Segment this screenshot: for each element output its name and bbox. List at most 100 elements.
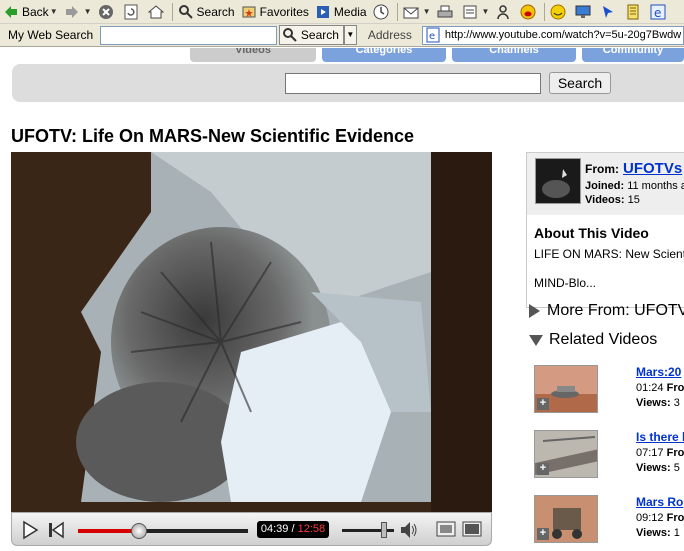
more-from-heading: More From: UFOTV xyxy=(547,302,684,319)
related-video-views-label: Views: xyxy=(636,397,671,409)
tab-community-label: Community xyxy=(602,48,664,56)
add-to-quicklist-icon[interactable]: + xyxy=(537,463,549,475)
smiley-icon xyxy=(520,4,536,20)
forward-arrow-icon xyxy=(64,4,80,20)
total-time: 12:58 xyxy=(297,523,326,535)
expand-arrow-icon xyxy=(529,304,540,318)
history-icon xyxy=(373,4,389,20)
refresh-icon xyxy=(123,4,139,20)
address-bar[interactable]: e http://www.youtube.com/watch?v=5u-20g7… xyxy=(421,25,684,45)
search-icon xyxy=(282,27,298,43)
mute-button[interactable] xyxy=(400,521,420,539)
search-options-dropdown[interactable]: ▼ xyxy=(343,25,357,45)
messenger-button[interactable] xyxy=(492,1,517,23)
about-more: MIND-Blo... xyxy=(534,276,597,290)
cursor-button[interactable] xyxy=(597,1,622,23)
player-controls: 04:39 / 12:58 xyxy=(11,512,492,546)
related-video-title[interactable]: Mars Ro xyxy=(636,495,683,509)
tab-categories-label: Categories xyxy=(355,48,413,56)
play-button[interactable] xyxy=(20,520,40,540)
site-search-button[interactable]: Search xyxy=(549,72,611,94)
time-separator: / xyxy=(291,523,295,535)
edit-button[interactable]: ▼ xyxy=(459,1,493,23)
notes-icon xyxy=(625,4,641,20)
emoticon-icon xyxy=(550,4,566,20)
related-video-title[interactable]: Is there l xyxy=(636,430,684,444)
video-info-panel: From: UFOTVs Joined: 11 months a Videos:… xyxy=(526,152,684,308)
svg-text:e: e xyxy=(429,31,435,42)
current-time: 04:39 xyxy=(260,523,289,535)
favorites-button[interactable]: Favorites xyxy=(238,1,312,23)
home-button[interactable] xyxy=(145,1,170,23)
videos-label: Videos: xyxy=(585,194,625,206)
related-video-thumbnail[interactable]: + xyxy=(534,430,598,478)
related-video-item[interactable]: + Mars:20 01:24 Fro Views: 3 xyxy=(526,357,684,419)
toolbar-separator xyxy=(171,2,173,21)
seek-bar-handle[interactable] xyxy=(131,523,148,539)
forward-dropdown-icon[interactable]: ▼ xyxy=(84,7,92,16)
mail-dropdown-icon[interactable]: ▼ xyxy=(423,7,431,16)
back-label: Back xyxy=(22,4,49,19)
tab-channels[interactable]: Channels xyxy=(452,48,576,62)
related-video-views: 1 xyxy=(673,527,680,539)
search-toolbar-button[interactable]: Search xyxy=(175,1,238,23)
about-heading: About This Video xyxy=(534,225,649,241)
videos-value: 15 xyxy=(627,194,640,206)
back-arrow-icon xyxy=(3,4,19,20)
related-video-meta: 09:12 Fro Views: 1 xyxy=(636,511,684,541)
home-icon xyxy=(147,4,164,20)
mail-button[interactable]: ▼ xyxy=(400,1,434,23)
previous-button[interactable] xyxy=(46,520,66,540)
favorites-icon xyxy=(241,4,257,20)
browser-toolbar: Back ▼ ▼ Search Favorites Media ▼ ▼ e xyxy=(0,0,684,24)
tab-categories[interactable]: Categories xyxy=(322,48,446,62)
ie-button[interactable]: e xyxy=(647,1,672,23)
address-label: Address xyxy=(367,28,412,42)
related-video-thumbnail[interactable]: + xyxy=(534,365,598,413)
tab-videos[interactable]: Videos xyxy=(190,48,316,62)
related-videos-toggle[interactable]: Related Videos xyxy=(529,331,657,349)
fullscreen-button[interactable] xyxy=(462,521,482,537)
related-heading: Related Videos xyxy=(549,331,658,348)
related-video-thumbnail[interactable]: + xyxy=(534,495,598,543)
my-web-search-input[interactable] xyxy=(100,25,277,45)
history-button[interactable] xyxy=(370,1,395,23)
refresh-button[interactable] xyxy=(120,1,145,23)
video-player[interactable] xyxy=(11,152,492,512)
player-size-button[interactable] xyxy=(436,521,456,537)
related-video-item[interactable]: + Mars Ro 09:12 Fro Views: 1 xyxy=(526,487,684,549)
add-to-quicklist-icon[interactable]: + xyxy=(537,398,549,410)
back-dropdown-icon[interactable]: ▼ xyxy=(50,7,58,16)
svg-text:e: e xyxy=(654,6,661,20)
screen-button[interactable] xyxy=(572,1,597,23)
forward-button[interactable]: ▼ xyxy=(61,1,95,23)
add-to-quicklist-icon[interactable]: + xyxy=(537,528,549,540)
edit-dropdown-icon[interactable]: ▼ xyxy=(482,7,490,16)
notes-button[interactable] xyxy=(622,1,647,23)
smiley-button[interactable] xyxy=(517,1,542,23)
toolbar-separator xyxy=(396,2,398,21)
related-video-views: 3 xyxy=(673,397,680,409)
print-button[interactable] xyxy=(434,1,459,23)
stop-button[interactable] xyxy=(95,1,120,23)
skip-back-icon xyxy=(49,521,64,539)
tab-community[interactable]: Community xyxy=(582,48,684,62)
more-from-toggle[interactable]: More From: UFOTV xyxy=(529,302,684,320)
uploader-avatar[interactable] xyxy=(535,158,581,204)
edit-icon xyxy=(462,4,478,20)
related-video-item[interactable]: + Is there l 07:17 Fro Views: 5 xyxy=(526,422,684,484)
fullscreen-icon xyxy=(462,521,482,537)
my-web-search-button[interactable]: Search xyxy=(278,25,344,45)
related-video-title[interactable]: Mars:20 xyxy=(636,365,681,379)
related-video-from: Fro xyxy=(666,382,684,394)
related-video-duration: 09:12 xyxy=(636,512,664,524)
back-button[interactable]: Back ▼ xyxy=(0,1,61,23)
related-video-from: Fro xyxy=(666,447,684,459)
volume-handle[interactable] xyxy=(380,522,387,538)
related-video-views: 5 xyxy=(673,462,680,474)
related-video-meta: 01:24 Fro Views: 3 xyxy=(636,381,684,411)
site-search-input[interactable] xyxy=(285,73,541,94)
uploader-name-link[interactable]: UFOTVs xyxy=(623,160,682,177)
media-button[interactable]: Media xyxy=(312,1,370,23)
emoticon-button[interactable] xyxy=(547,1,572,23)
